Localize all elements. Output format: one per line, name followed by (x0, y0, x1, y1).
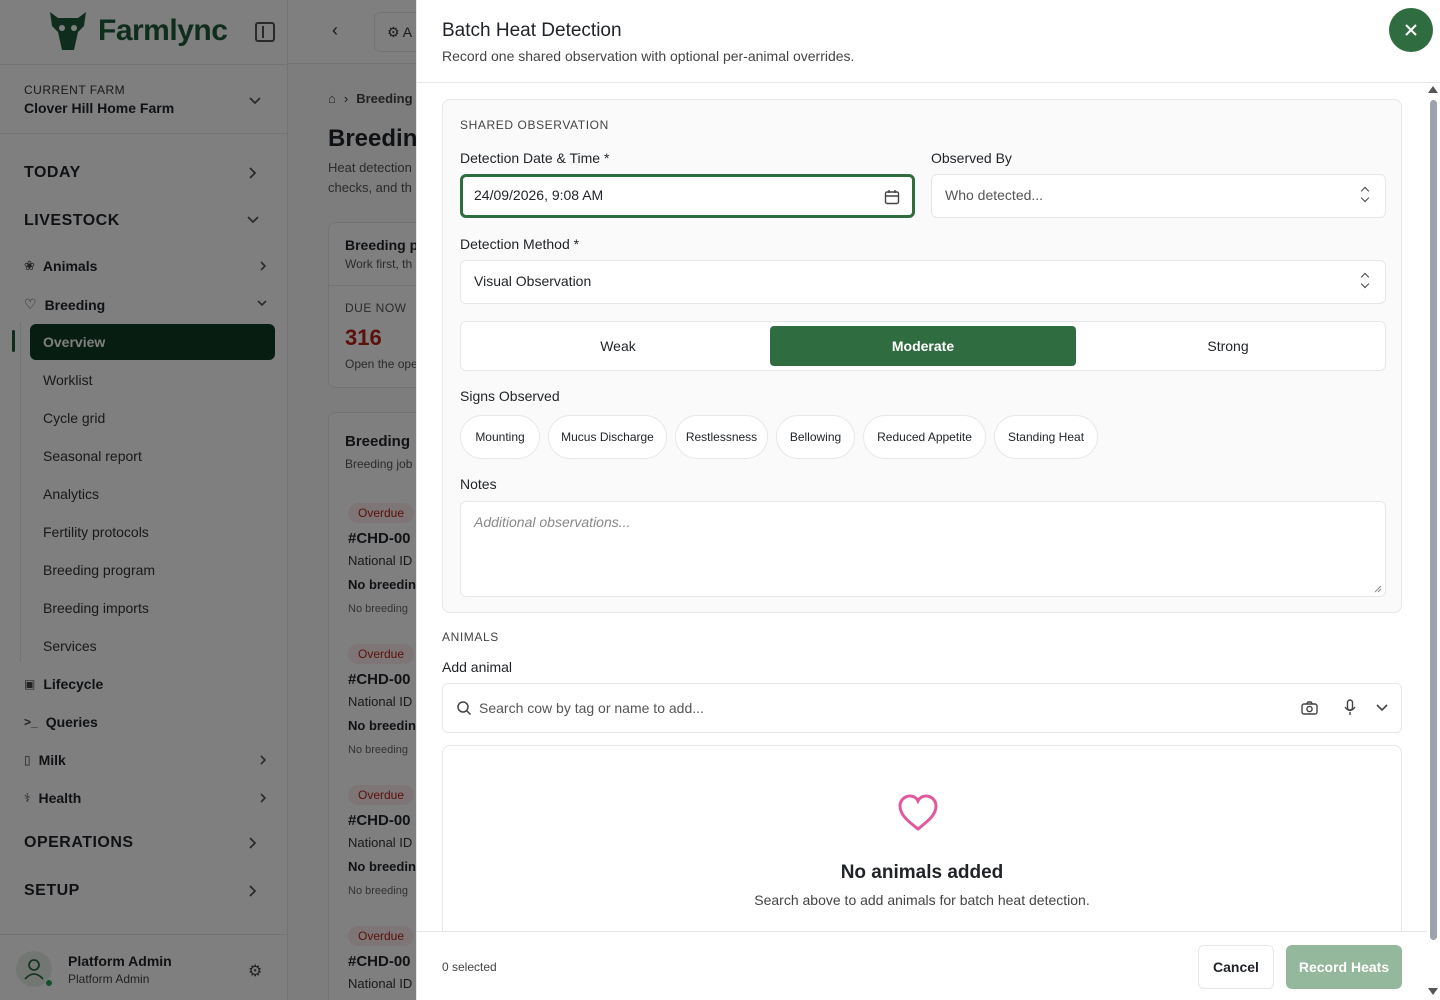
selected-count: 0 selected (442, 960, 497, 974)
chevron-down-icon[interactable] (1375, 702, 1389, 714)
sign-chip-bellowing[interactable]: Bellowing (776, 415, 855, 459)
animal-search-input[interactable]: Search cow by tag or name to add... (442, 683, 1402, 733)
select-chevron-icon (1361, 273, 1371, 289)
sign-chip-mounting[interactable]: Mounting (460, 415, 540, 459)
search-icon (457, 701, 472, 716)
batch-heat-detection-panel: Batch Heat Detection Record one shared o… (416, 0, 1440, 1000)
datetime-value: 24/09/2026, 9:08 AM (474, 187, 604, 203)
intensity-segmented-control: Weak Moderate Strong (460, 321, 1386, 371)
sign-chip-restlessness[interactable]: Restlessness (675, 415, 768, 459)
microphone-icon[interactable] (1343, 699, 1357, 717)
intensity-moderate-button[interactable]: Moderate (770, 326, 1076, 366)
sign-chip-mucus-discharge[interactable]: Mucus Discharge (548, 415, 667, 459)
intensity-weak-button[interactable]: Weak (465, 326, 771, 366)
notes-placeholder: Additional observations... (474, 514, 631, 530)
sign-chip-reduced-appetite[interactable]: Reduced Appetite (863, 415, 986, 459)
animals-empty-state: No animals added Search above to add ani… (442, 745, 1402, 945)
notes-label: Notes (460, 476, 497, 492)
detection-method-label: Detection Method * (460, 236, 580, 252)
camera-icon[interactable] (1301, 700, 1318, 716)
detection-method-value: Visual Observation (474, 273, 592, 289)
empty-text: Search above to add animals for batch he… (754, 892, 1090, 908)
observed-by-placeholder: Who detected... (945, 187, 1044, 203)
detection-datetime-label: Detection Date & Time * (460, 150, 610, 166)
add-animal-label: Add animal (442, 659, 513, 675)
calendar-icon[interactable] (884, 189, 900, 205)
detection-method-select[interactable]: Visual Observation (460, 260, 1386, 304)
search-placeholder: Search cow by tag or name to add... (479, 700, 704, 716)
section-title: SHARED OBSERVATION (460, 118, 609, 132)
panel-footer: 0 selected Cancel Record Heats (417, 931, 1427, 1000)
empty-title: No animals added (840, 862, 1004, 883)
heart-icon (898, 794, 938, 831)
scrollbar-thumb[interactable] (1430, 100, 1437, 940)
sign-chip-standing-heat[interactable]: Standing Heat (994, 415, 1098, 459)
scroll-up-icon[interactable] (1428, 86, 1438, 93)
select-chevron-icon (1361, 187, 1371, 203)
resize-handle-icon[interactable] (1374, 585, 1382, 593)
signs-observed-label: Signs Observed (460, 388, 560, 404)
detection-datetime-field[interactable]: 24/09/2026, 9:08 AM (460, 174, 915, 218)
close-icon (1405, 24, 1417, 36)
panel-subtitle: Record one shared observation with optio… (442, 48, 855, 64)
animals-section-title: ANIMALS (442, 630, 499, 644)
panel-header: Batch Heat Detection Record one shared o… (417, 0, 1440, 83)
observed-by-select[interactable]: Who detected... (931, 174, 1386, 218)
panel-title: Batch Heat Detection (442, 20, 622, 41)
scroll-down-icon[interactable] (1428, 988, 1438, 995)
record-heats-button[interactable]: Record Heats (1286, 945, 1402, 989)
observed-by-label: Observed By (931, 150, 1012, 166)
close-button[interactable] (1389, 8, 1433, 52)
intensity-strong-button[interactable]: Strong (1075, 326, 1381, 366)
shared-observation-section: SHARED OBSERVATION Detection Date & Time… (442, 99, 1402, 613)
notes-textarea[interactable]: Additional observations... (460, 501, 1386, 597)
cancel-button[interactable]: Cancel (1198, 945, 1274, 989)
